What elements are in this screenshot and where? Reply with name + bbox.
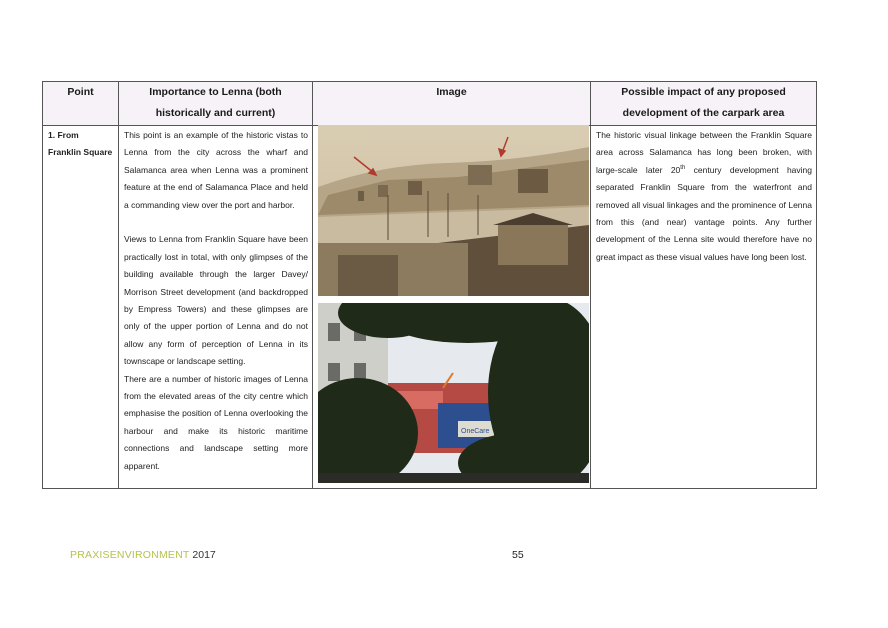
sign-text: OneCare [461,428,490,435]
heritage-assessment-table: Point Importance to Lenna (both historic… [42,81,817,489]
modern-view-photo: OneCare [318,303,589,483]
column-divider [590,82,591,488]
importance-paragraph: Views to Lenna from Franklin Square have… [124,234,308,367]
historic-harbour-photo [318,125,589,296]
footer-year: 2017 [189,549,216,561]
footer-brand: PRAXISENVIRONMENT 2017 [70,549,216,561]
importance-text: This point is an example of the historic… [124,127,308,475]
modern-view-photo-icon: OneCare [318,303,589,483]
header-point: Point [67,86,94,98]
column-divider [118,82,119,488]
header-impact: Possible impact of any proposed developm… [621,86,786,119]
point-label: 1. From Franklin Square [48,130,113,158]
historic-sepia-photo-icon [318,125,589,296]
header-importance: Importance to Lenna (both historically a… [149,86,282,119]
impact-text: The historic visual linkage between the … [596,130,812,262]
importance-paragraph: This point is an example of the historic… [124,130,308,210]
brand-name: PRAXISENVIRONMENT [70,549,190,561]
column-divider [312,82,313,488]
page-number: 55 [512,549,524,561]
header-image: Image [436,86,467,98]
importance-paragraph: There are a number of historic images of… [124,373,308,471]
